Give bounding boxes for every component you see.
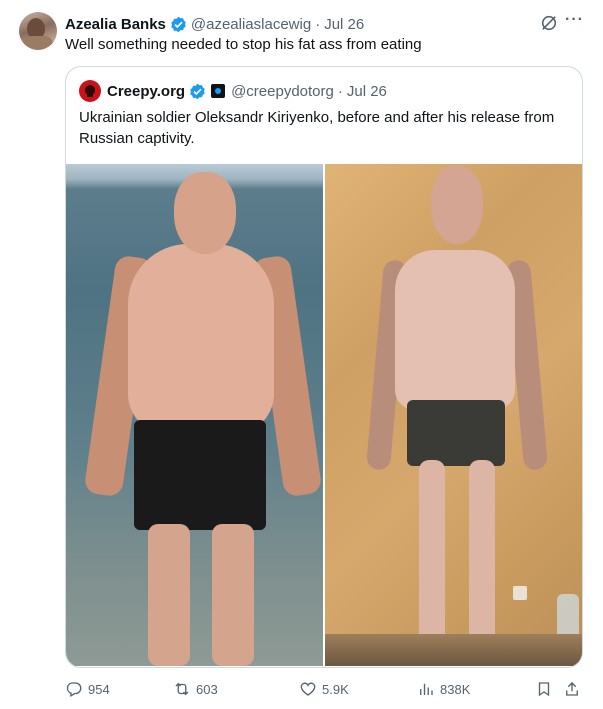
quote-date[interactable]: Jul 26 xyxy=(347,83,387,100)
tweet: Azealia Banks @azealiaslacewig · Jul 26 … xyxy=(0,0,603,709)
tweet-text: Well something needed to stop his fat as… xyxy=(65,36,422,53)
affiliate-icon xyxy=(211,84,226,98)
quote-header: Creepy.org @creepydotorg · Jul 26 xyxy=(79,80,387,102)
grok-icon[interactable] xyxy=(540,14,558,32)
verified-icon xyxy=(190,83,205,99)
author-handle[interactable]: @azealiaslacewig xyxy=(191,16,311,33)
reply-count: 954 xyxy=(88,681,110,697)
views-count: 838K xyxy=(440,681,471,697)
like-button[interactable]: 5.9K xyxy=(299,677,349,701)
tweet-header: Azealia Banks @azealiaslacewig · Jul 26 xyxy=(65,14,364,34)
floor xyxy=(325,634,582,666)
before-photo[interactable] xyxy=(66,164,323,666)
person-figure xyxy=(83,164,323,666)
quote-avatar[interactable] xyxy=(79,80,101,102)
quote-author-name[interactable]: Creepy.org xyxy=(107,83,185,100)
quote-text: Ukrainian soldier Oleksandr Kiriyenko, b… xyxy=(79,109,555,147)
reply-icon xyxy=(66,682,82,697)
author-name[interactable]: Azealia Banks xyxy=(65,16,166,33)
tweet-date[interactable]: Jul 26 xyxy=(324,16,364,33)
share-button[interactable] xyxy=(563,677,586,701)
like-icon xyxy=(300,682,316,696)
repost-count: 603 xyxy=(196,681,218,697)
quoted-tweet[interactable]: Creepy.org @creepydotorg · Jul 26 Ukrain… xyxy=(65,66,583,668)
separator: · xyxy=(315,15,321,33)
after-photo[interactable] xyxy=(325,164,582,666)
separator: · xyxy=(337,82,343,100)
bookmark-icon xyxy=(538,682,550,697)
author-avatar[interactable] xyxy=(19,12,57,50)
views-icon xyxy=(420,683,433,695)
like-count: 5.9K xyxy=(322,681,349,697)
reply-button[interactable]: 954 xyxy=(65,677,110,701)
views-button[interactable]: 838K xyxy=(417,677,470,701)
wall-outlet xyxy=(513,586,527,600)
verified-icon xyxy=(171,16,186,32)
bookmark-button[interactable] xyxy=(535,677,558,701)
more-icon[interactable]: ··· xyxy=(565,11,584,29)
repost-button[interactable]: 603 xyxy=(173,677,218,701)
quote-author-handle[interactable]: @creepydotorg xyxy=(231,83,334,100)
repost-icon xyxy=(175,682,189,696)
action-bar: 954 603 5.9K 838K xyxy=(65,677,585,701)
share-icon xyxy=(566,682,578,696)
